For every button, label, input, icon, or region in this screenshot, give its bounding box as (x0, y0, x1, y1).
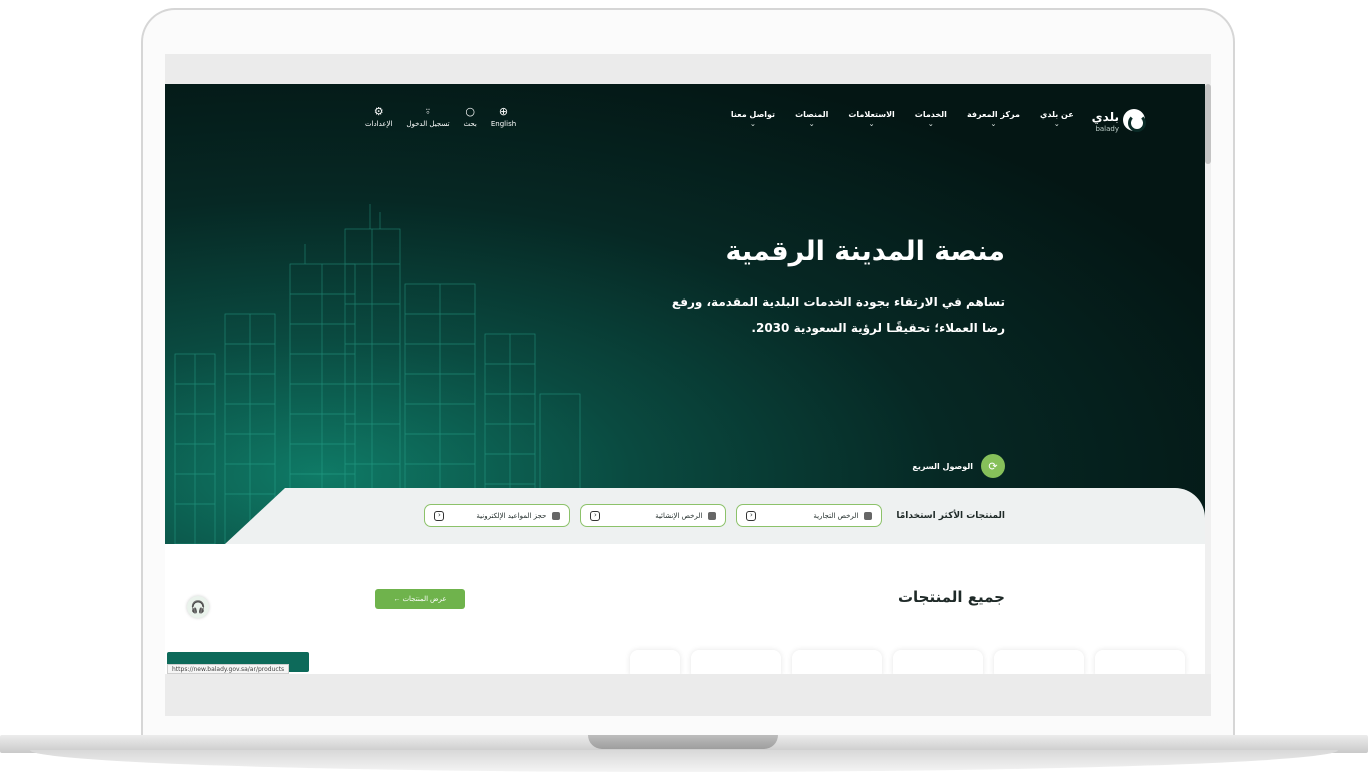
calendar-icon (552, 511, 561, 520)
login-button[interactable]: ⍤ تسجيل الدخول (406, 105, 449, 129)
user-icon: ⍤ (424, 105, 432, 118)
menu-knowledge-center[interactable]: مركز المعرفة ⌄ (967, 110, 1020, 129)
hero-title: منصة المدينة الرقمية (725, 236, 1005, 267)
hero-description: تساهم في الارتقاء بجودة الخدمات البلدية … (671, 295, 1005, 335)
logo-text: بلدي (1091, 110, 1119, 124)
arrow-left-icon: ‹ (746, 510, 757, 521)
scrollbar-thumb[interactable] (1205, 84, 1211, 164)
menu-contact-us[interactable]: تواصل معنا ⌄ (731, 110, 775, 129)
product-card[interactable] (691, 650, 781, 674)
menu-services[interactable]: الخدمات ⌄ (915, 110, 947, 129)
product-commercial-licenses[interactable]: الرخص التجارية ‹ (736, 504, 883, 527)
license-icon (864, 511, 873, 520)
arrow-left-icon: ‹ (434, 510, 445, 521)
product-card[interactable] (994, 650, 1084, 674)
balady-logo[interactable]: بلدي balady (1091, 106, 1146, 133)
chevron-down-icon: ⌄ (927, 120, 934, 128)
nav-tools: ⚙ الإعدادات ⍤ تسجيل الدخول ○ بحث ⊕ English (365, 105, 516, 129)
laptop-notch (588, 735, 778, 749)
menu-about-balady[interactable]: عن بلدي ⌄ (1040, 110, 1074, 129)
quick-access-icon: ⟳ (981, 454, 1005, 478)
quick-access-button[interactable]: ⟳ الوصول السريع (912, 454, 1005, 478)
menu-inquiries[interactable]: الاستعلامات ⌄ (848, 110, 894, 129)
product-card[interactable] (630, 650, 680, 674)
search-icon: ○ (465, 105, 475, 118)
balady-website: بلدي balady عن بلدي ⌄ مركز المعرفة ⌄ الخدم… (165, 84, 1205, 674)
link-status-bar: https://new.balady.gov.sa/ar/products (167, 664, 290, 674)
chevron-down-icon: ⌄ (808, 120, 815, 128)
chevron-down-icon: ⌄ (990, 120, 997, 128)
arrow-left-icon: ‹ (590, 510, 601, 521)
building-icon (708, 511, 717, 520)
quick-access-label: الوصول السريع (912, 461, 973, 471)
settings-button[interactable]: ⚙ الإعدادات (365, 105, 392, 129)
support-headset-icon[interactable]: 🎧 (187, 596, 209, 618)
hero-section: بلدي balady عن بلدي ⌄ مركز المعرفة ⌄ الخدم… (165, 84, 1205, 544)
product-card[interactable] (1095, 650, 1185, 674)
laptop-base-bottom (30, 750, 1338, 772)
most-used-title: المنتجات الأكثر استخدامًا (896, 510, 1005, 521)
most-used-products: المنتجات الأكثر استخدامًا الرخص التجارية… (424, 504, 1005, 527)
language-button[interactable]: ⊕ English (491, 105, 516, 129)
menu-platforms[interactable]: المنصات ⌄ (795, 110, 828, 129)
screen: بلدي balady عن بلدي ⌄ مركز المعرفة ⌄ الخدم… (165, 54, 1211, 716)
balady-logo-icon (1123, 108, 1146, 132)
product-appointments[interactable]: حجز المواعيد الإلكترونية ‹ (424, 504, 571, 527)
chevron-down-icon: ⌄ (750, 120, 756, 128)
product-card[interactable] (893, 650, 983, 674)
globe-icon: ⊕ (498, 105, 509, 118)
main-menu: عن بلدي ⌄ مركز المعرفة ⌄ الخدمات ⌄ الاستعلا… (731, 110, 1074, 129)
search-button[interactable]: ○ بحث (464, 105, 477, 129)
chevron-down-icon: ⌄ (1053, 120, 1060, 128)
gear-icon: ⚙ (373, 105, 384, 118)
logo-subtext: balady (1095, 125, 1119, 133)
product-construction-licenses[interactable]: الرخص الإنشائية ‹ (580, 504, 727, 527)
top-navigation: بلدي balady عن بلدي ⌄ مركز المعرفة ⌄ الخدم… (365, 105, 1146, 136)
chevron-down-icon: ⌄ (868, 120, 875, 128)
view-products-button[interactable]: عرض المنتجات ← (375, 589, 465, 609)
scrollbar[interactable] (1205, 84, 1211, 674)
product-card[interactable] (792, 650, 882, 674)
all-products-title: جميع المنتجات (897, 588, 1005, 606)
